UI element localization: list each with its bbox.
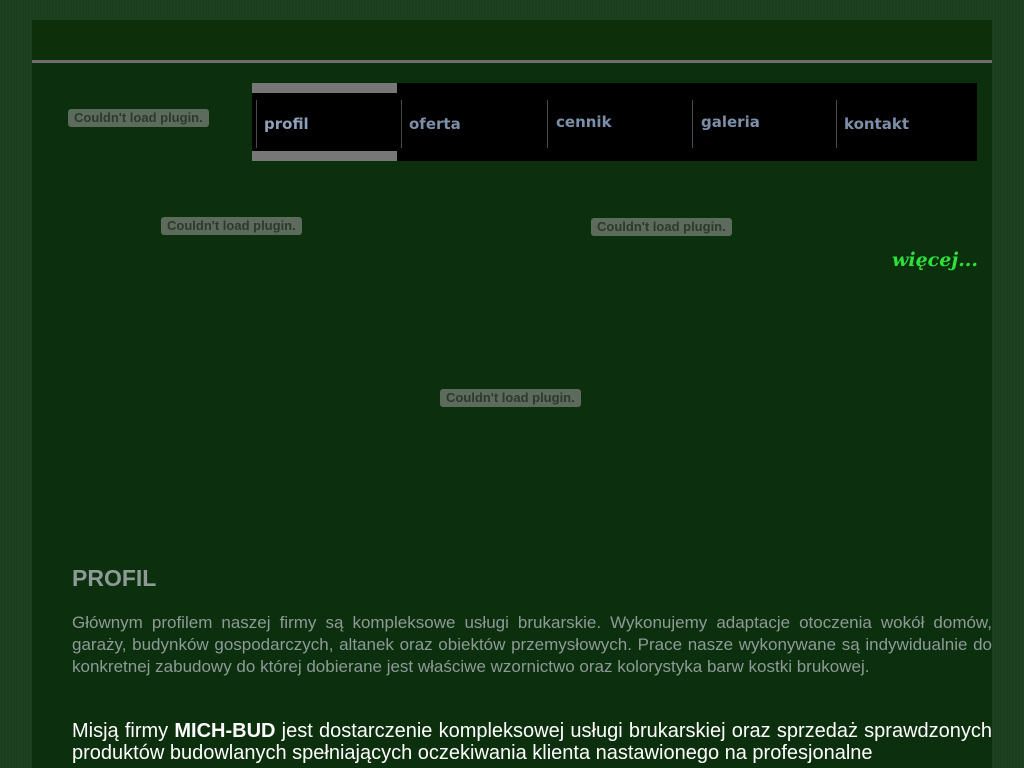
nav-item-galeria[interactable]: galeria xyxy=(701,113,760,131)
nav-item-oferta[interactable]: oferta xyxy=(409,115,461,133)
nav-active-indicator-bottom xyxy=(252,151,397,161)
nav-item-kontakt[interactable]: kontakt xyxy=(844,115,909,133)
page-container: Couldn't load plugin. profil oferta cenn… xyxy=(32,20,992,768)
page-title: PROFIL xyxy=(72,565,157,591)
top-divider xyxy=(32,60,992,63)
mission-paragraph: Misją firmy MICH-BUD jest dostarczenie k… xyxy=(72,720,992,764)
nav-item-cennik[interactable]: cennik xyxy=(556,113,612,131)
nav-separator xyxy=(547,100,548,148)
top-bar xyxy=(32,20,992,60)
plugin-placeholder-left: Couldn't load plugin. xyxy=(161,217,302,235)
plugin-placeholder-logo: Couldn't load plugin. xyxy=(68,109,209,127)
main-navigation: profil oferta cennik galeria kontakt xyxy=(252,83,977,161)
plugin-placeholder-right: Couldn't load plugin. xyxy=(591,218,732,236)
nav-separator xyxy=(836,100,837,148)
nav-separator xyxy=(401,100,402,148)
nav-item-profil[interactable]: profil xyxy=(264,115,309,133)
company-name: MICH-BUD xyxy=(174,720,276,742)
nav-separator xyxy=(256,100,257,148)
plugin-placeholder-center: Couldn't load plugin. xyxy=(440,389,581,407)
nav-active-indicator-top xyxy=(252,83,397,93)
nav-separator xyxy=(692,100,693,148)
mission-text-start: Misją firmy xyxy=(72,720,175,742)
profile-paragraph: Głównym profilem naszej firmy są komplek… xyxy=(72,613,992,676)
more-link[interactable]: więcej... xyxy=(892,249,978,271)
